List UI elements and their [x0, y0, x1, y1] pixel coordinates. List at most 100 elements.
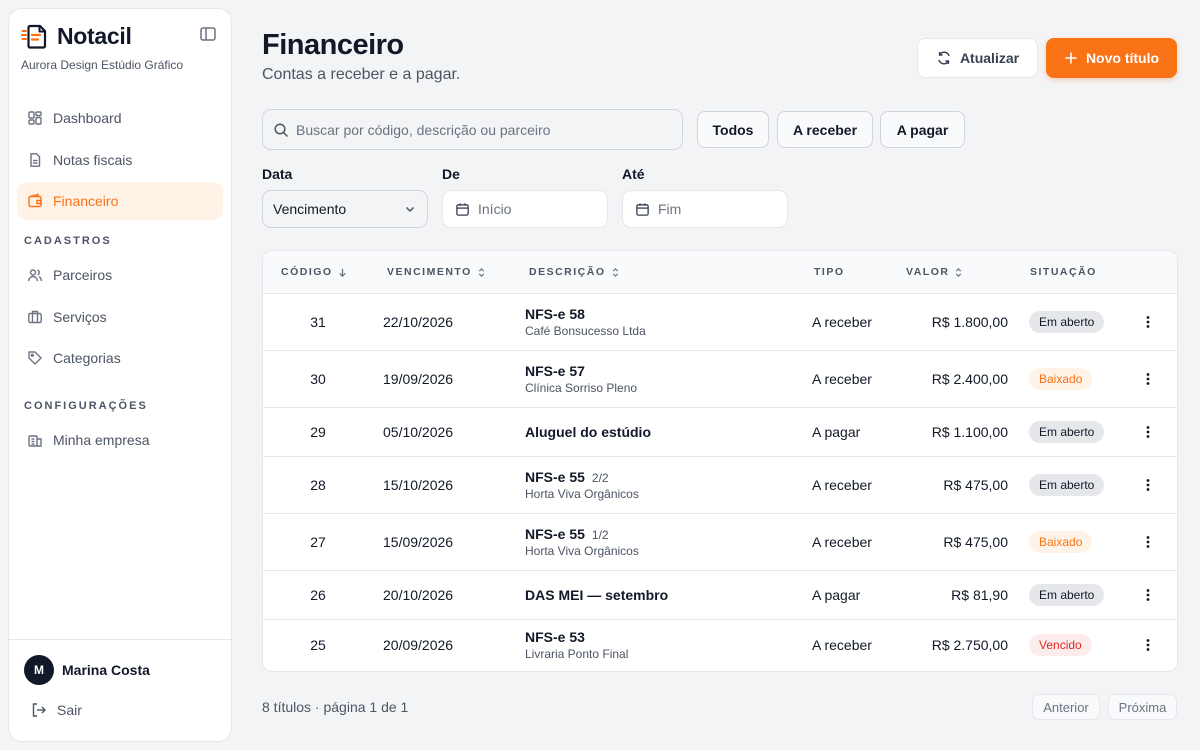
company-name: Aurora Design Estúdio Gráfico	[21, 58, 184, 72]
cell-type: A receber	[812, 534, 872, 550]
cadastros-nav: Parceiros Serviços Categorias	[17, 256, 223, 381]
date-type-label: Data	[262, 166, 293, 182]
cell-description: NFS-e 55 2/2 Horta Viva Orgânicos	[525, 469, 639, 501]
more-options-icon[interactable]	[1140, 371, 1156, 387]
more-options-icon[interactable]	[1140, 477, 1156, 493]
more-options-icon[interactable]	[1140, 314, 1156, 330]
column-label: CÓDIGO	[281, 266, 333, 278]
table-row[interactable]: 30 19/09/2026 NFS-e 57 Clínica Sorriso Plen…	[263, 351, 1177, 408]
refresh-button[interactable]: Atualizar	[917, 38, 1038, 78]
sidebar-item-parceiros[interactable]: Parceiros	[17, 256, 223, 294]
description-title: DAS MEI — setembro	[525, 587, 668, 603]
page-title: Financeiro	[262, 29, 404, 61]
sidebar-item-label: Minha empresa	[53, 432, 150, 448]
cell-type: A pagar	[812, 587, 861, 603]
status-badge: Baixado	[1029, 368, 1093, 390]
sidebar-item-categorias[interactable]: Categorias	[17, 339, 223, 377]
brand[interactable]: Notacil	[21, 21, 132, 51]
table-row[interactable]: 25 20/09/2026 NFS-e 53 Livraria Ponto Final…	[263, 620, 1177, 670]
previous-page-button[interactable]: Anterior	[1032, 694, 1100, 720]
date-type-value: Vencimento	[273, 201, 347, 217]
column-label: VALOR	[906, 266, 950, 278]
column-header-valor[interactable]: VALOR	[906, 266, 964, 278]
plus-icon	[1065, 52, 1077, 64]
status-badge: Em aberto	[1029, 584, 1105, 606]
table-row[interactable]: 31 22/10/2026 NFS-e 58 Café Bonsucesso Ltda…	[263, 294, 1177, 351]
from-date-label: De	[442, 166, 460, 182]
calendar-icon	[456, 202, 469, 216]
cell-code: 27	[310, 534, 326, 550]
pagination-info: 8 títulos · página 1 de 1	[262, 699, 409, 715]
search-box[interactable]	[262, 109, 683, 150]
status-badge: Vencido	[1029, 634, 1092, 656]
column-header-vencimento[interactable]: VENCIMENTO	[387, 266, 487, 278]
status-badge: Em aberto	[1029, 421, 1105, 443]
cell-description: NFS-e 58 Café Bonsucesso Ltda	[525, 306, 646, 338]
column-header-situacao: SITUAÇÃO	[1030, 266, 1097, 278]
sidebar-item-label: Notas fiscais	[53, 151, 133, 168]
cell-description: Aluguel do estúdio	[525, 424, 651, 440]
cell-due-date: 15/10/2026	[383, 477, 454, 493]
section-label-cadastros: CADASTROS	[24, 235, 112, 247]
refresh-label: Atualizar	[959, 50, 1020, 66]
from-date-field[interactable]	[442, 190, 608, 228]
page-subtitle: Contas a receber e a pagar.	[262, 66, 461, 83]
description-text: DAS MEI — setembro	[525, 587, 669, 603]
filter-a-receber-button[interactable]: A receber	[777, 111, 873, 148]
more-options-icon[interactable]	[1140, 424, 1156, 440]
more-options-icon[interactable]	[1140, 637, 1156, 653]
search-input[interactable]	[296, 121, 682, 138]
cell-due-date: 20/10/2026	[383, 587, 454, 603]
description-text: NFS-e 58	[525, 306, 585, 322]
partner-name: Livraria Ponto Final	[525, 647, 629, 661]
sidebar-item-dashboard[interactable]: Dashboard	[17, 99, 223, 137]
partner-name: Clínica Sorriso Pleno	[525, 381, 638, 395]
description-title: NFS-e 58	[525, 306, 646, 322]
cell-code: 29	[310, 424, 326, 440]
sidebar-item-notas-fiscais[interactable]: Notas fiscais	[17, 141, 223, 179]
filter-todos-button[interactable]: Todos	[697, 111, 769, 148]
cell-code: 26	[310, 587, 326, 603]
status-badge: Em aberto	[1029, 311, 1105, 333]
cell-type: A receber	[812, 371, 872, 387]
sidebar-item-financeiro[interactable]: Financeiro	[17, 182, 223, 220]
column-header-codigo[interactable]: CÓDIGO	[281, 266, 348, 278]
brand-name: Notacil	[57, 22, 132, 49]
more-options-icon[interactable]	[1140, 587, 1156, 603]
column-label: SITUAÇÃO	[1030, 266, 1097, 278]
briefcase-icon	[28, 310, 42, 323]
table-header: CÓDIGO VENCIMENTO DESCRIÇÃO TIPO VALOR S…	[263, 251, 1177, 294]
sidebar-item-servicos[interactable]: Serviços	[17, 298, 223, 336]
column-header-tipo: TIPO	[814, 266, 845, 278]
avatar[interactable]: M	[24, 655, 54, 685]
column-header-descricao[interactable]: DESCRIÇÃO	[529, 266, 621, 278]
date-type-select[interactable]: Vencimento	[262, 190, 428, 228]
config-nav: Minha empresa	[17, 421, 223, 463]
table-row[interactable]: 27 15/09/2026 NFS-e 55 1/2 Horta Viva Orgâni…	[263, 514, 1177, 571]
wallet-icon	[28, 193, 42, 208]
description-text: Aluguel do estúdio	[525, 424, 651, 440]
filter-a-pagar-button[interactable]: A pagar	[880, 111, 965, 148]
next-page-button[interactable]: Próxima	[1108, 694, 1177, 720]
cell-value: R$ 1.100,00	[931, 424, 1008, 440]
sidebar-toggle-icon[interactable]	[199, 25, 217, 43]
cell-description: DAS MEI — setembro	[525, 587, 668, 603]
search-icon	[274, 122, 288, 137]
from-date-input[interactable]	[478, 201, 588, 217]
cell-type: A pagar	[812, 424, 861, 440]
to-date-input[interactable]	[658, 201, 768, 217]
table-row[interactable]: 28 15/10/2026 NFS-e 55 2/2 Horta Viva Orgâni…	[263, 457, 1177, 514]
description-title: NFS-e 55 2/2	[525, 469, 639, 485]
table-row[interactable]: 29 05/10/2026 Aluguel do estúdio A pagar R$ …	[263, 408, 1177, 457]
cell-value: R$ 475,00	[943, 477, 1008, 493]
cell-type: A receber	[812, 314, 872, 330]
tag-icon	[28, 351, 42, 365]
installment-label: 1/2	[591, 528, 609, 542]
table-row[interactable]: 26 20/10/2026 DAS MEI — setembro A pagar R$ …	[263, 571, 1177, 620]
logout-button[interactable]: Sair	[31, 702, 82, 718]
to-date-field[interactable]	[622, 190, 788, 228]
more-options-icon[interactable]	[1140, 534, 1156, 550]
new-title-button[interactable]: Novo título	[1046, 38, 1177, 78]
cell-code: 31	[310, 314, 326, 330]
sidebar-item-minha-empresa[interactable]: Minha empresa	[17, 421, 223, 459]
